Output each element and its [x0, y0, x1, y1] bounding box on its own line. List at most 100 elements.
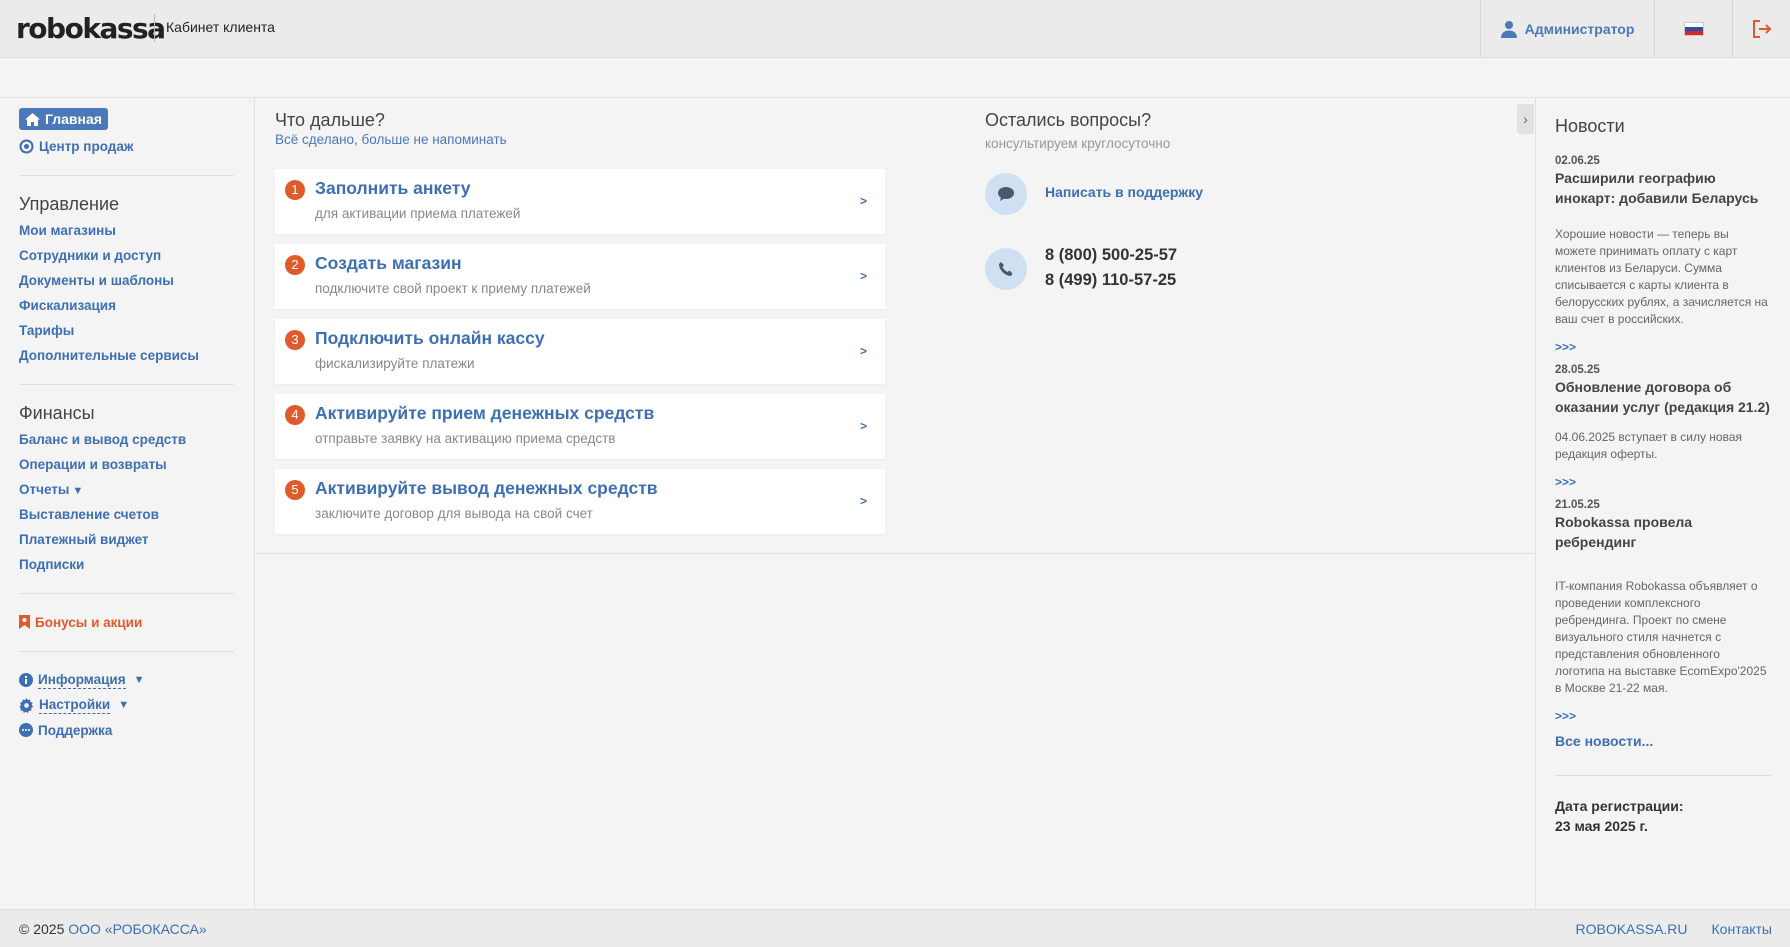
all-news-link[interactable]: Все новости... [1555, 733, 1771, 749]
step-title: Заполнить анкету [315, 178, 471, 198]
footer: © 2025 ООО «РОБОКАССА» ROBOKASSA.RU Конт… [0, 909, 1790, 947]
step-subtitle: для активации приема платежей [315, 206, 521, 221]
company-link[interactable]: ООО «РОБОКАССА» [68, 921, 206, 937]
logo-divider [154, 14, 155, 42]
news-title[interactable]: Robokassa провела ребрендинг [1555, 513, 1771, 552]
language-switch[interactable] [1654, 0, 1732, 58]
sidebar-item-documents[interactable]: Документы и шаблоны [19, 268, 235, 293]
chevron-right-icon: > [859, 344, 867, 358]
step-number: 1 [285, 180, 305, 200]
news-date: 02.06.25 [1555, 155, 1600, 167]
sidebar-item-home[interactable]: Главная [19, 108, 108, 130]
sidebar-item-invoices[interactable]: Выставление счетов [19, 502, 235, 527]
news-more-link[interactable]: >>> [1555, 340, 1771, 354]
divider [19, 592, 234, 594]
user-icon [1500, 21, 1517, 38]
step-subtitle: отправьте заявку на активацию приема сре… [315, 431, 616, 446]
sidebar-item-info[interactable]: Информация ▼ [19, 668, 235, 693]
divider [19, 383, 234, 385]
steps-list: 1 Заполнить анкету для активации приема … [275, 169, 885, 544]
divider [19, 650, 234, 652]
cabinet-label: Кабинет клиента [166, 19, 275, 35]
home-icon [25, 112, 40, 126]
news-title[interactable]: Расширили географию инокарт: добавили Бе… [1555, 169, 1771, 208]
news-more-link[interactable]: >>> [1555, 709, 1771, 723]
step-number: 4 [285, 405, 305, 425]
divider [19, 174, 234, 176]
sidebar-item-staff[interactable]: Сотрудники и доступ [19, 243, 235, 268]
user-name: Администратор [1524, 21, 1635, 37]
step-subtitle: заключите договор для вывода на свой сче… [315, 506, 593, 521]
logout-icon [1752, 20, 1771, 38]
next-steps-title: Что дальше? [275, 110, 385, 130]
robokassa-logo[interactable]: robokassa [16, 12, 166, 45]
sidebar-item-widget[interactable]: Платежный виджет [19, 527, 235, 552]
sidebar-item-reports[interactable]: Отчеты ▼ [19, 477, 235, 502]
chevron-right-icon: > [859, 269, 867, 283]
news-body: Хорошие новости — теперь вы можете прини… [1555, 227, 1768, 326]
step-title: Активируйте вывод денежных средств [315, 478, 658, 498]
sidebar-item-settings[interactable]: Настройки ▼ [19, 693, 235, 718]
news-body: IT-компания Robokassa объявляет о провед… [1555, 579, 1767, 695]
sub-bar [0, 58, 1790, 98]
target-icon [19, 139, 34, 153]
dropdown-triangle-icon: ▼ [72, 484, 84, 497]
step-card-online-cashbox[interactable]: 3 Подключить онлайн кассу фискализируйте… [275, 319, 885, 384]
step-card-activate-payments[interactable]: 4 Активируйте прием денежных средств отп… [275, 394, 885, 459]
questions-subtitle: консультируем круглосуточно [985, 136, 1171, 151]
section-heading-management: Управление [19, 193, 120, 214]
chevron-right-icon: > [859, 419, 867, 433]
header-actions: Администратор [1480, 0, 1790, 58]
contacts-link[interactable]: Контакты [1712, 921, 1772, 937]
step-card-fill-form[interactable]: 1 Заполнить анкету для активации приема … [275, 169, 885, 234]
news-date: 28.05.25 [1555, 364, 1600, 376]
dismiss-reminder-link[interactable]: Всё сделано, больше не напоминать [275, 132, 507, 147]
step-number: 5 [285, 480, 305, 500]
sidebar-item-tariffs[interactable]: Тарифы [19, 318, 235, 343]
collapse-panel-button[interactable]: › [1517, 104, 1534, 134]
gear-icon [19, 697, 34, 713]
news-heading: Новости [1555, 116, 1625, 136]
news-body: 04.06.2025 вступает в силу новая редакци… [1555, 430, 1743, 461]
sidebar-item-sales-center[interactable]: Центр продаж [19, 134, 235, 159]
step-number: 2 [285, 255, 305, 275]
sidebar-item-support[interactable]: Поддержка [19, 718, 235, 743]
step-subtitle: фискализируйте платежи [315, 356, 475, 371]
step-number: 3 [285, 330, 305, 350]
site-link[interactable]: ROBOKASSA.RU [1575, 921, 1687, 937]
sidebar-item-fiscalization[interactable]: Фискализация [19, 293, 235, 318]
sidebar-item-operations[interactable]: Операции и возвраты [19, 452, 235, 477]
divider [1555, 775, 1771, 776]
logout-button[interactable] [1732, 0, 1790, 58]
main-content: Что дальше? Всё сделано, больше не напом… [256, 98, 1534, 554]
step-card-create-shop[interactable]: 2 Создать магазин подключите свой проект… [275, 244, 885, 309]
user-menu[interactable]: Администратор [1480, 0, 1654, 58]
bookmark-icon [19, 615, 30, 629]
sidebar-item-extra-services[interactable]: Дополнительные сервисы [19, 343, 235, 368]
sidebar-item-subscriptions[interactable]: Подписки [19, 552, 235, 577]
dropdown-triangle-icon: ▼ [133, 673, 145, 686]
footer-copyright: © 2025 ООО «РОБОКАССА» [19, 921, 207, 937]
news-more-link[interactable]: >>> [1555, 475, 1771, 489]
write-support-link[interactable]: Написать в поддержку [1045, 184, 1203, 200]
phone-number-2[interactable]: 8 (499) 110-57-25 [1045, 271, 1176, 290]
sidebar-item-bonus[interactable]: Бонусы и акции [19, 610, 235, 635]
step-card-activate-withdrawal[interactable]: 5 Активируйте вывод денежных средств зак… [275, 469, 885, 534]
registration-date: 23 мая 2025 г. [1555, 818, 1648, 834]
news-title[interactable]: Обновление договора об оказании услуг (р… [1555, 378, 1771, 417]
phone-icon [985, 248, 1027, 290]
step-title: Подключить онлайн кассу [315, 328, 545, 348]
step-title: Создать магазин [315, 253, 462, 273]
chevron-right-icon: › [1523, 111, 1528, 127]
chevron-right-icon: > [859, 194, 867, 208]
section-heading-finance: Финансы [19, 402, 95, 423]
registration-label: Дата регистрации: [1555, 798, 1684, 814]
chat-bubble-icon [985, 173, 1027, 215]
sidebar-item-my-shops[interactable]: Мои магазины [19, 218, 235, 243]
sidebar-item-balance[interactable]: Баланс и вывод средств [19, 427, 235, 452]
sidebar: Главная Центр продаж Управление Мои мага… [0, 98, 255, 909]
info-icon [19, 673, 33, 687]
home-label: Главная [45, 111, 102, 127]
phone-number-1[interactable]: 8 (800) 500-25-57 [1045, 246, 1177, 265]
news-panel: Новости 02.06.25 Расширили географию ино… [1535, 98, 1790, 909]
